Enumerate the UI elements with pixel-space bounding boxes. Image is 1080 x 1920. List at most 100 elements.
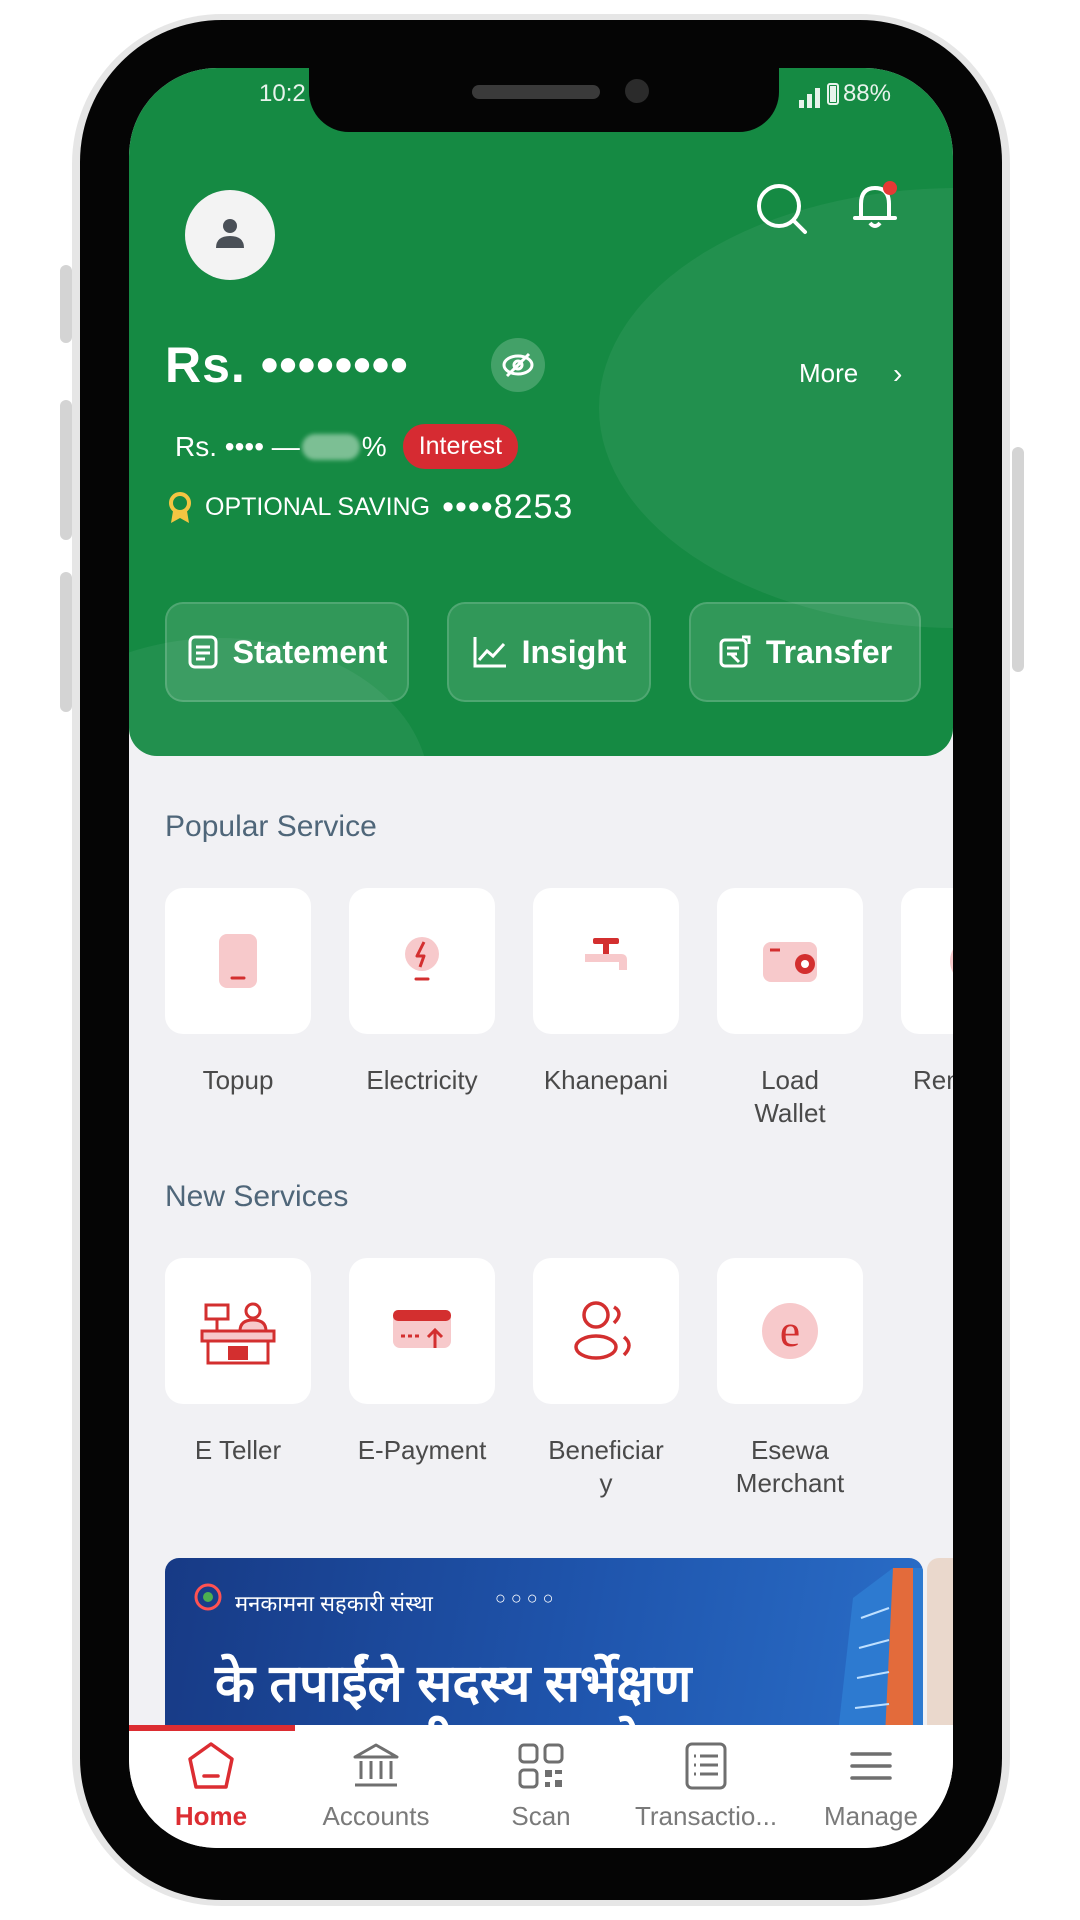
people-icon [574,1301,631,1360]
card-upload-icon [393,1310,451,1348]
header-decoration [599,188,953,628]
svg-text:e: e [780,1305,800,1356]
khanepani-tile[interactable] [533,888,679,1034]
load-wallet-label-line2: Wallet [754,1098,826,1128]
phone-icon [219,934,257,988]
org-logo-icon [194,1583,222,1611]
toggle-balance-visibility[interactable] [491,338,545,392]
esewa-merchant-label-line1: Esewa [750,1435,830,1465]
chevron-right-icon[interactable]: › [893,358,902,390]
hidden-rate-value [301,433,360,460]
nav-accounts[interactable]: Accounts [294,1739,458,1839]
electricity-tile[interactable] [349,888,495,1034]
account-row[interactable]: OPTIONAL SAVING ••••8253 [167,488,573,527]
account-header: Rs. •••••••• More › Rs. •••• — % Interes… [129,68,953,756]
beneficiary-label-line1: Beneficiar [548,1435,664,1465]
home-icon [188,1742,234,1789]
esewa-icon: e [762,1303,818,1359]
topup-label: Topup [202,1065,274,1095]
power-button [1012,447,1024,672]
interest-badge[interactable]: Interest [402,424,519,469]
nav-manage-label: Manage [824,1801,918,1831]
active-tab-indicator [129,1725,295,1731]
battery-level: 88% [842,80,891,107]
nav-scan[interactable]: Scan [459,1739,623,1839]
bulb-icon [405,937,439,981]
battery-icon [826,83,839,105]
e-teller-tile[interactable] [165,1258,311,1404]
award-icon [169,491,191,523]
nav-transactions-label: Transactio... [634,1801,778,1831]
e-payment-label: E-Payment [357,1435,487,1465]
transfer-button[interactable]: Transfer [689,602,921,702]
chart-line-icon [473,637,506,668]
balance-amount: Rs. •••••••• [165,337,409,393]
new-services-title: New Services [165,1180,349,1213]
signal-icon [798,80,823,108]
nav-manage[interactable]: Manage [789,1739,953,1839]
khanepani-label: Khanepani [543,1065,669,1095]
esewa-merchant-label: Esewa Merchant [705,1434,875,1500]
banner-org-name: मनकामना सहकारी संस्था [235,1591,433,1616]
nav-transactions[interactable]: Transactio... [624,1739,788,1839]
status-indicators: 88% [798,80,891,108]
remit-icon [950,949,953,973]
camera-notch [309,68,779,132]
remit-label: Rem [913,1065,953,1095]
teller-icon [200,1302,276,1365]
bank-icon [353,1743,399,1787]
transfer-icon [719,635,751,668]
volume-up-button [60,400,72,540]
account-type: OPTIONAL SAVING [205,493,431,521]
notification-button[interactable] [845,176,905,236]
mute-switch [60,265,72,343]
statement-button[interactable]: Statement [165,602,409,702]
search-icon [757,184,807,234]
speaker-grille [472,85,600,99]
beneficiary-tile[interactable] [533,1258,679,1404]
nav-scan-label: Scan [511,1801,571,1831]
e-payment-tile[interactable] [349,1258,495,1404]
account-number: ••••8253 [442,488,574,526]
menu-icon [850,1752,892,1780]
insight-button[interactable]: Insight [447,602,651,702]
tap-icon [585,938,627,970]
status-time: 10:2 [259,80,306,107]
topup-tile[interactable] [165,888,311,1034]
search-button[interactable] [753,178,813,238]
document-icon [188,635,218,669]
wallet-icon [763,942,817,982]
front-camera [625,79,649,103]
nav-home-label: Home [174,1801,248,1831]
remit-tile[interactable] [901,888,953,1034]
statement-label: Statement [232,633,388,670]
insight-label: Insight [521,633,627,670]
eye-off-icon [502,352,534,378]
load-wallet-label: Load Wallet [705,1064,875,1130]
interest-rate-row: Rs. •••• — % Interest [175,424,519,469]
transfer-label: Transfer [765,633,893,670]
bottom-navigation: Home Accounts Scan Transactio... Manage [129,1725,953,1848]
popular-service-title: Popular Service [165,810,377,843]
avatar[interactable] [185,190,275,280]
banner-dots: ○○○○ [495,1588,559,1608]
electricity-label: Electricity [366,1065,478,1095]
esewa-merchant-label-line2: Merchant [735,1468,845,1498]
beneficiary-label-line2: y [599,1468,613,1498]
user-icon [216,219,244,248]
more-link[interactable]: More [799,358,858,389]
bell-icon [853,181,897,228]
beneficiary-label: Beneficiar y [521,1434,691,1500]
nav-accounts-label: Accounts [322,1801,430,1831]
nav-home[interactable]: Home [129,1739,293,1839]
qr-code-icon [518,1743,564,1789]
app-screen: Rs. •••••••• More › Rs. •••• — % Interes… [129,68,953,1848]
volume-down-button [60,572,72,712]
receipt-icon [685,1742,727,1790]
load-wallet-tile[interactable] [717,888,863,1034]
rate-prefix: Rs. •••• — [175,430,300,462]
banner-headline: के तपाईंले सदस्य सर्भेक्षण [215,1655,692,1713]
load-wallet-label-line1: Load [761,1065,819,1095]
esewa-merchant-tile[interactable]: e [717,1258,863,1404]
e-teller-label: E Teller [194,1435,282,1465]
